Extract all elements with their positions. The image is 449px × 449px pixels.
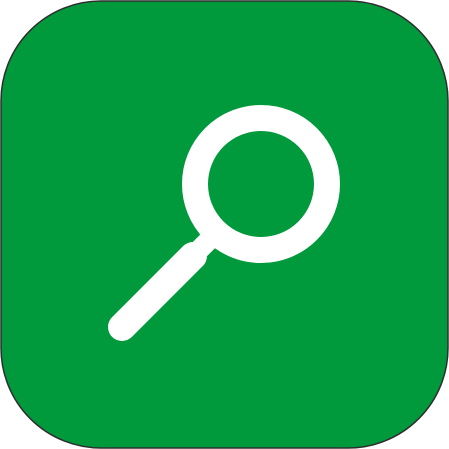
app-icon-graphic [0,0,449,449]
magnifier-neck [182,231,218,267]
app-icon[interactable] [0,0,449,449]
